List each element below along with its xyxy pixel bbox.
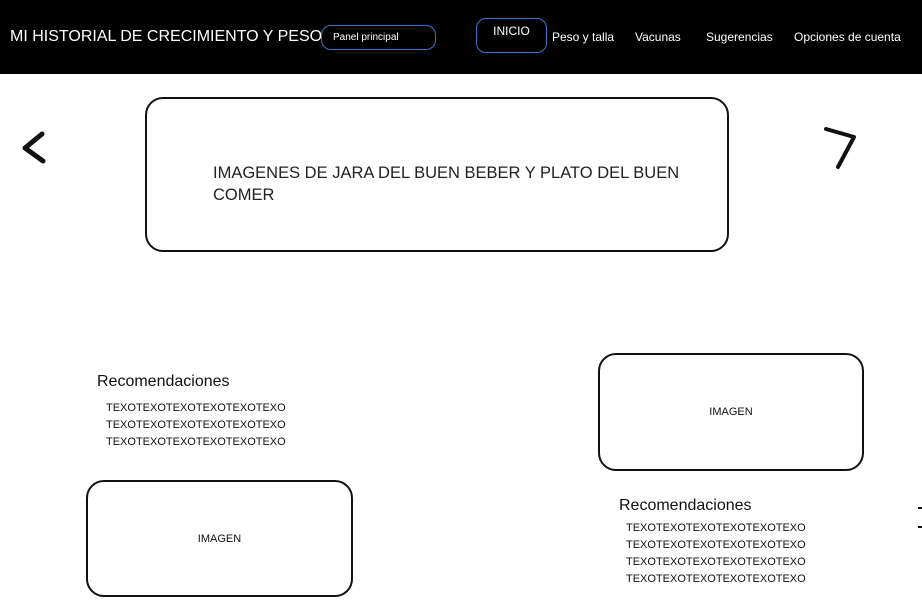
recommendations-title-right: Recomendaciones <box>619 497 752 514</box>
nav-sugerencias[interactable]: Sugerencias <box>706 30 773 44</box>
recommendation-line: TEXOTEXOTEXOTEXOTEXOTEXO <box>106 436 286 448</box>
app-title: MI HISTORIAL DE CRECIMIENTO Y PESO <box>10 28 323 45</box>
nav-opciones-de-cuenta[interactable]: Opciones de cuenta <box>794 30 901 44</box>
recommendation-line: TEXOTEXOTEXOTEXOTEXOTEXO <box>106 419 286 431</box>
banner-text: IMAGENES DE JARA DEL BUEN BEBER Y PLATO … <box>213 164 680 204</box>
recommendation-line: TEXOTEXOTEXOTEXOTEXOTEXO <box>626 556 806 568</box>
nav-peso-y-talla[interactable]: Peso y talla <box>552 30 614 44</box>
recommendations-title-left: Recomendaciones <box>97 373 230 390</box>
image-placeholder-left: IMAGEN <box>86 480 353 597</box>
image-carousel-banner: IMAGENES DE JARA DEL BUEN BEBER Y PLATO … <box>145 97 729 252</box>
inicio-button[interactable]: INICIO <box>476 18 547 53</box>
edge-mark <box>918 507 922 509</box>
image-placeholder-label: IMAGEN <box>197 532 242 545</box>
recommendation-line: TEXOTEXOTEXOTEXOTEXOTEXO <box>106 402 286 414</box>
chevron-right-icon[interactable] <box>822 120 858 172</box>
edge-mark <box>918 526 922 528</box>
image-placeholder-label: IMAGEN <box>709 406 753 418</box>
recommendations-text-left: TEXOTEXOTEXOTEXOTEXOTEXO TEXOTEXOTEXOTEX… <box>106 400 286 451</box>
recommendation-line: TEXOTEXOTEXOTEXOTEXOTEXO <box>626 539 806 551</box>
panel-principal-button[interactable]: Panel principal <box>321 25 436 50</box>
image-placeholder-right: IMAGEN <box>598 353 864 471</box>
top-navigation-bar: MI HISTORIAL DE CRECIMIENTO Y PESO Panel… <box>0 0 922 74</box>
recommendations-text-right: TEXOTEXOTEXOTEXOTEXOTEXO TEXOTEXOTEXOTEX… <box>626 520 806 588</box>
recommendation-line: TEXOTEXOTEXOTEXOTEXOTEXO <box>626 573 806 585</box>
nav-vacunas[interactable]: Vacunas <box>635 30 681 44</box>
recommendation-line: TEXOTEXOTEXOTEXOTEXOTEXO <box>626 522 806 534</box>
chevron-left-icon[interactable] <box>20 130 46 166</box>
